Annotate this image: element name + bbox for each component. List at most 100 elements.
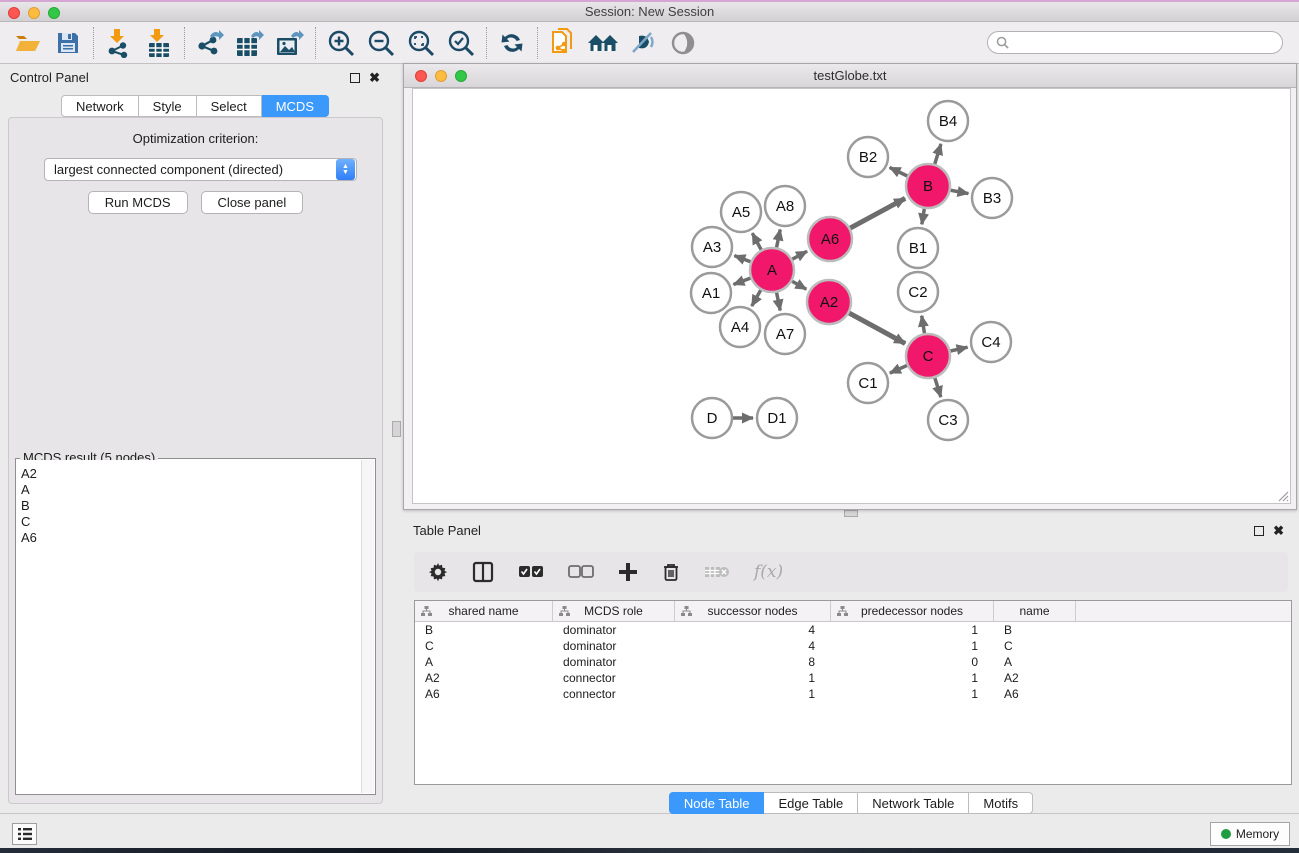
hide-annotations-button[interactable] bbox=[623, 25, 663, 61]
table-cell[interactable]: 4 bbox=[675, 623, 831, 637]
export-image-button[interactable] bbox=[270, 25, 310, 61]
edge-A-A6[interactable] bbox=[792, 251, 807, 259]
table-cell[interactable]: 1 bbox=[675, 687, 831, 701]
select-all-button[interactable] bbox=[518, 565, 544, 579]
tab-mcds[interactable]: MCDS bbox=[262, 95, 329, 117]
import-table-button[interactable] bbox=[139, 25, 179, 61]
search-box[interactable] bbox=[987, 31, 1283, 54]
table-cell[interactable]: 1 bbox=[831, 623, 994, 637]
table-cell[interactable]: A bbox=[415, 655, 553, 669]
zoom-window-icon[interactable] bbox=[48, 7, 60, 19]
edge-B-B3[interactable] bbox=[951, 190, 969, 193]
table-cell[interactable]: 8 bbox=[675, 655, 831, 669]
node-A6[interactable]: A6 bbox=[808, 217, 852, 261]
node-A4[interactable]: A4 bbox=[720, 307, 760, 347]
node-A[interactable]: A bbox=[750, 248, 794, 292]
column-header-successor-nodes[interactable]: successor nodes bbox=[675, 601, 831, 621]
copy-current-network-button[interactable] bbox=[543, 25, 583, 61]
edge-A-A2[interactable] bbox=[792, 281, 806, 289]
edge-C-C4[interactable] bbox=[950, 347, 967, 351]
zoom-in-button[interactable] bbox=[321, 25, 361, 61]
table-row[interactable]: A6connector11A6 bbox=[415, 686, 1291, 702]
minimize-window-icon[interactable] bbox=[28, 7, 40, 19]
table-cell[interactable]: A6 bbox=[415, 687, 553, 701]
network-window-titlebar[interactable]: testGlobe.txt bbox=[404, 64, 1296, 88]
edge-B-B2[interactable] bbox=[890, 167, 908, 176]
node-C3[interactable]: C3 bbox=[928, 400, 968, 440]
edge-B-B4[interactable] bbox=[935, 144, 941, 164]
edge-A-A8[interactable] bbox=[777, 230, 781, 248]
tab-edge-table[interactable]: Edge Table bbox=[764, 792, 858, 814]
close-panel-icon[interactable]: ✖ bbox=[369, 73, 380, 83]
table-cell[interactable]: connector bbox=[553, 687, 675, 701]
edge-B-B1[interactable] bbox=[922, 209, 925, 225]
node-B3[interactable]: B3 bbox=[972, 178, 1012, 218]
table-row[interactable]: Adominator80A bbox=[415, 654, 1291, 670]
table-cell[interactable]: 1 bbox=[675, 671, 831, 685]
table-cell[interactable]: dominator bbox=[553, 623, 675, 637]
delete-row-button[interactable] bbox=[662, 562, 680, 582]
add-row-button[interactable] bbox=[618, 562, 638, 582]
table-cell[interactable]: 0 bbox=[831, 655, 994, 669]
node-C2[interactable]: C2 bbox=[898, 272, 938, 312]
edge-A-A7[interactable] bbox=[777, 293, 781, 311]
table-cell[interactable]: dominator bbox=[553, 639, 675, 653]
network-view-window[interactable]: testGlobe.txt AA1A2A3A4A5A6A7A8BB1B2B3B4… bbox=[403, 63, 1297, 510]
tab-network-table[interactable]: Network Table bbox=[858, 792, 969, 814]
node-D1[interactable]: D1 bbox=[757, 398, 797, 438]
edge-C-C2[interactable] bbox=[922, 316, 925, 334]
node-B4[interactable]: B4 bbox=[928, 101, 968, 141]
memory-button[interactable]: Memory bbox=[1210, 822, 1290, 846]
node-C4[interactable]: C4 bbox=[971, 322, 1011, 362]
zoom-selected-button[interactable] bbox=[441, 25, 481, 61]
split-columns-button[interactable] bbox=[472, 561, 494, 583]
column-header-predecessor-nodes[interactable]: predecessor nodes bbox=[831, 601, 994, 621]
table-cell[interactable]: 1 bbox=[831, 671, 994, 685]
network-minimize-icon[interactable] bbox=[435, 70, 447, 82]
zoom-out-button[interactable] bbox=[361, 25, 401, 61]
vertical-split-handle[interactable] bbox=[392, 421, 401, 437]
edge-A6-B[interactable] bbox=[850, 198, 905, 228]
search-input[interactable] bbox=[1014, 36, 1274, 50]
table-cell[interactable]: B bbox=[994, 623, 1076, 637]
table-cell[interactable]: connector bbox=[553, 671, 675, 685]
node-A2[interactable]: A2 bbox=[807, 280, 851, 324]
table-cell[interactable]: 4 bbox=[675, 639, 831, 653]
tab-network[interactable]: Network bbox=[61, 95, 139, 117]
node-D[interactable]: D bbox=[692, 398, 732, 438]
node-table[interactable]: shared nameMCDS rolesuccessor nodesprede… bbox=[414, 600, 1292, 785]
edge-A-A5[interactable] bbox=[752, 233, 761, 250]
table-cell[interactable]: A2 bbox=[994, 671, 1076, 685]
node-A8[interactable]: A8 bbox=[765, 186, 805, 226]
column-header-shared-name[interactable]: shared name bbox=[415, 601, 553, 621]
table-row[interactable]: Cdominator41C bbox=[415, 638, 1291, 654]
float-panel-icon[interactable] bbox=[350, 73, 360, 83]
table-settings-button[interactable] bbox=[428, 562, 448, 582]
node-A5[interactable]: A5 bbox=[721, 192, 761, 232]
mcds-result-list[interactable]: A2ABCA6 bbox=[17, 460, 361, 793]
node-C[interactable]: C bbox=[906, 334, 950, 378]
import-network-button[interactable] bbox=[99, 25, 139, 61]
close-panel-button[interactable]: Close panel bbox=[201, 191, 304, 214]
result-item[interactable]: A6 bbox=[17, 530, 361, 546]
table-cell[interactable]: A2 bbox=[415, 671, 553, 685]
birds-eye-view-button[interactable] bbox=[663, 25, 703, 61]
edge-C-C3[interactable] bbox=[935, 378, 941, 397]
column-header-MCDS-role[interactable]: MCDS role bbox=[553, 601, 675, 621]
result-item[interactable]: C bbox=[17, 514, 361, 530]
float-table-panel-icon[interactable] bbox=[1254, 526, 1264, 536]
edge-A2-C[interactable] bbox=[849, 313, 905, 344]
close-window-icon[interactable] bbox=[8, 7, 20, 19]
tab-select[interactable]: Select bbox=[197, 95, 262, 117]
node-B1[interactable]: B1 bbox=[898, 228, 938, 268]
table-cell[interactable]: A bbox=[994, 655, 1076, 669]
zoom-fit-button[interactable] bbox=[401, 25, 441, 61]
optimization-criterion-select[interactable]: largest connected component (directed) ▲… bbox=[44, 158, 357, 181]
table-cell[interactable]: B bbox=[415, 623, 553, 637]
tab-node-table[interactable]: Node Table bbox=[669, 792, 765, 814]
deselect-all-button[interactable] bbox=[568, 565, 594, 579]
network-graph[interactable]: AA1A2A3A4A5A6A7A8BB1B2B3B4CC1C2C3C4DD1 bbox=[413, 89, 1292, 505]
task-history-button[interactable] bbox=[12, 823, 37, 845]
table-cell[interactable]: 1 bbox=[831, 687, 994, 701]
open-session-button[interactable] bbox=[8, 25, 48, 61]
